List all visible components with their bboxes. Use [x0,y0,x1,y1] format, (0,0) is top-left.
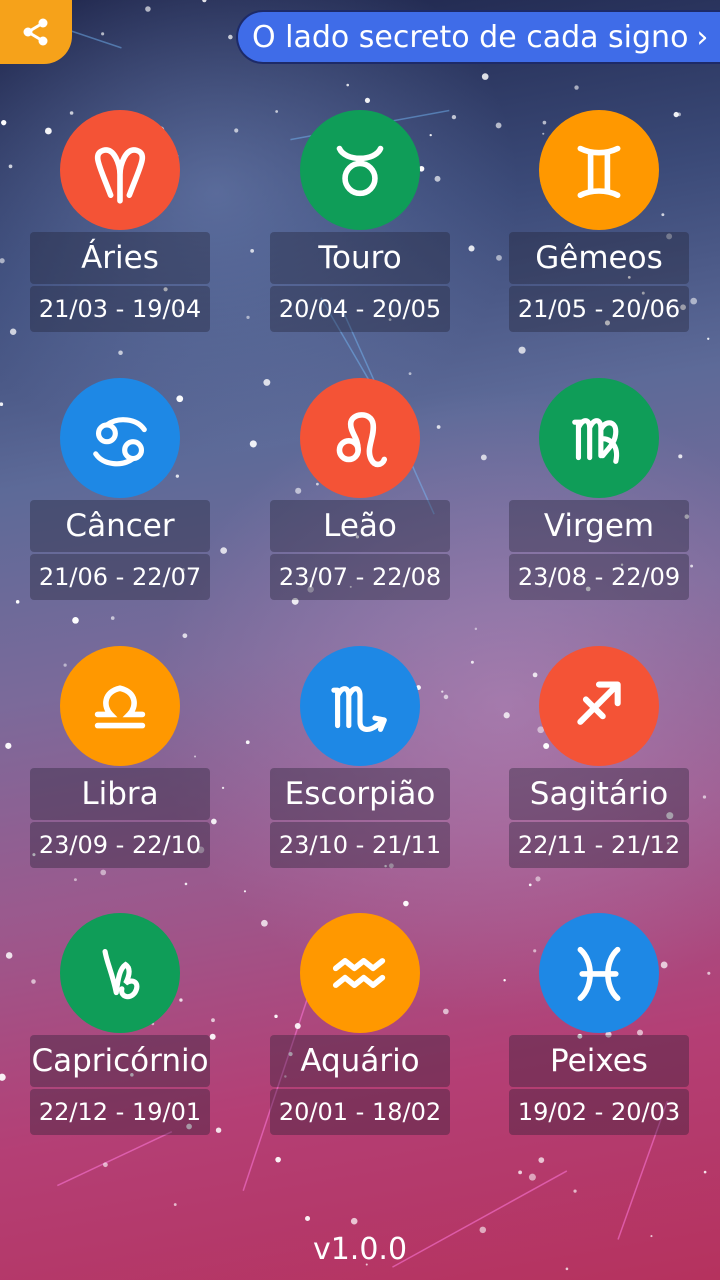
sign-dates: 20/01 - 18/02 [270,1089,450,1135]
sign-dates: 23/07 - 22/08 [270,554,450,600]
aries-icon [94,147,146,204]
sign-icon-circle[interactable] [300,646,420,766]
sign-icon-circle[interactable] [300,913,420,1033]
sign-name: Áries [30,232,210,284]
sign-card[interactable]: Capricórnio 22/12 - 19/01 [30,913,210,1143]
sign-card[interactable]: Escorpião 23/10 - 21/11 [270,646,450,876]
sign-icon-circle[interactable] [300,378,420,498]
sign-icon-circle[interactable] [300,110,420,230]
virgo-icon [572,418,620,464]
chevron-right-icon: › [696,19,709,55]
taurus-icon [336,145,384,197]
sign-name: Câncer [30,500,210,552]
sign-dates: 20/04 - 20/05 [270,286,450,332]
leo-icon [336,412,388,468]
sign-dates: 23/10 - 21/11 [270,822,450,868]
sign-card[interactable]: Aquário 20/01 - 18/02 [270,913,450,1143]
sign-name: Touro [270,232,450,284]
sign-card[interactable]: Leão 23/07 - 22/08 [270,378,450,608]
sign-icon-circle[interactable] [60,110,180,230]
sign-icon-circle[interactable] [539,646,659,766]
secret-side-label: O lado secreto de cada signo [252,19,689,55]
sign-card[interactable]: Touro 20/04 - 20/05 [270,110,450,340]
sign-name: Capricórnio [30,1035,210,1087]
sign-card[interactable]: Peixes 19/02 - 20/03 [509,913,689,1143]
gemini-icon [577,145,621,198]
sign-icon-circle[interactable] [60,646,180,766]
sign-card[interactable]: Sagitário 22/11 - 21/12 [509,646,689,876]
sign-name: Libra [30,768,210,820]
sign-dates: 21/03 - 19/04 [30,286,210,332]
sign-card[interactable]: Áries 21/03 - 19/04 [30,110,210,340]
share-icon [23,18,48,46]
sign-card[interactable]: Virgem 23/08 - 22/09 [509,378,689,608]
secret-side-button[interactable]: O lado secreto de cada signo › [236,10,720,64]
sign-name: Leão [270,500,450,552]
sign-icon-circle[interactable] [539,913,659,1033]
sign-icon-circle[interactable] [539,110,659,230]
sign-card[interactable]: Libra 23/09 - 22/10 [30,646,210,876]
sign-icon-circle[interactable] [539,378,659,498]
sign-dates: 21/06 - 22/07 [30,554,210,600]
sign-name: Gêmeos [509,232,689,284]
sign-icon-circle[interactable] [60,913,180,1033]
sign-name: Aquário [270,1035,450,1087]
sign-icon-circle[interactable] [60,378,180,498]
sign-name: Peixes [509,1035,689,1087]
aquarius-icon [332,958,386,988]
scorpio-icon [331,686,387,732]
sagittarius-icon [577,681,621,725]
sign-dates: 23/08 - 22/09 [509,554,689,600]
sign-dates: 23/09 - 22/10 [30,822,210,868]
pisces-icon [577,946,621,1001]
sign-card[interactable]: Gêmeos 21/05 - 20/06 [509,110,689,340]
sign-dates: 22/11 - 21/12 [509,822,689,868]
sign-name: Escorpião [270,768,450,820]
libra-icon [94,685,146,729]
sign-name: Virgem [509,500,689,552]
sign-name: Sagitário [509,768,689,820]
sign-dates: 22/12 - 19/01 [30,1089,210,1135]
sign-card[interactable]: Câncer 21/06 - 22/07 [30,378,210,608]
capricorn-icon [102,948,140,1000]
sign-dates: 19/02 - 20/03 [509,1089,689,1135]
cancer-icon [93,417,147,467]
app-version: v1.0.0 [312,1232,408,1267]
sign-dates: 21/05 - 20/06 [509,286,689,332]
share-button[interactable] [0,0,72,64]
